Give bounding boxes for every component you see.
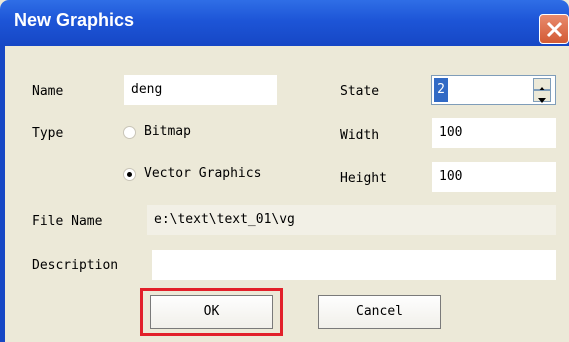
spin-down-button[interactable] <box>533 90 551 103</box>
title-bar[interactable]: New Graphics <box>0 0 569 46</box>
radio-bitmap[interactable] <box>123 126 136 139</box>
close-icon <box>546 21 563 38</box>
height-label: Height <box>340 171 387 186</box>
filename-label: File Name <box>32 214 103 229</box>
window-title: New Graphics <box>14 10 135 30</box>
height-input[interactable]: 100 <box>432 162 556 192</box>
name-label: Name <box>32 84 64 99</box>
state-spinner[interactable]: 2 <box>431 75 556 105</box>
description-input[interactable] <box>152 250 556 280</box>
ok-button[interactable]: OK <box>150 295 273 329</box>
width-input[interactable]: 100 <box>432 118 556 148</box>
arrow-down-icon <box>538 98 546 103</box>
new-graphics-dialog: New Graphics Name deng State 2 Type Bitm… <box>0 0 569 342</box>
state-label: State <box>340 84 380 99</box>
filename-field: e:\text\text_01\vg <box>147 205 556 235</box>
radio-bitmap-label[interactable]: Bitmap <box>144 124 191 139</box>
name-input[interactable]: deng <box>124 75 277 105</box>
radio-vector-graphics[interactable] <box>123 168 136 181</box>
type-label: Type <box>32 126 64 141</box>
state-value[interactable]: 2 <box>434 78 448 102</box>
radio-selected-dot <box>127 172 132 177</box>
width-label: Width <box>340 128 380 143</box>
description-label: Description <box>32 258 119 273</box>
spin-up-button[interactable] <box>533 78 551 92</box>
window-frame-left <box>0 46 5 342</box>
radio-vector-graphics-label[interactable]: Vector Graphics <box>144 166 261 181</box>
cancel-button[interactable]: Cancel <box>318 295 441 329</box>
close-button[interactable] <box>539 14 569 44</box>
